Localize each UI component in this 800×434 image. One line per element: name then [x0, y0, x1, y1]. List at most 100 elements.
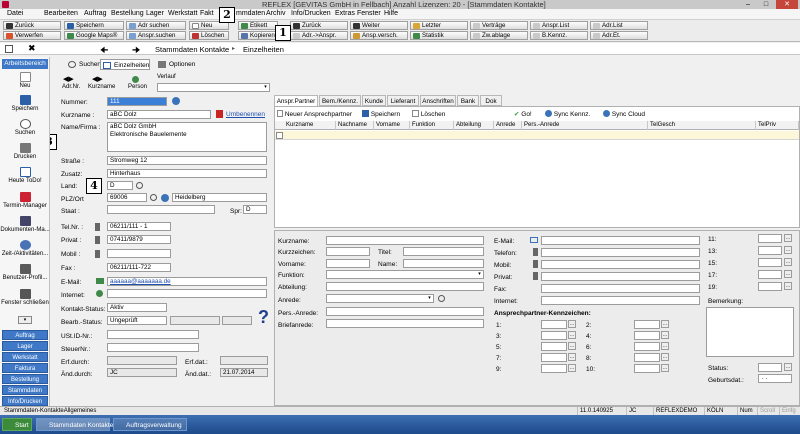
ort-field[interactable]: Heidelberg	[172, 193, 267, 202]
plz-field[interactable]: 69006	[107, 193, 147, 202]
nav-button-werkstatt[interactable]: Werkstatt	[2, 352, 48, 362]
kennz-3-button[interactable]: ...	[568, 331, 576, 339]
land-field[interactable]: D	[107, 181, 133, 190]
address-search-button[interactable]: Adr suchen	[126, 21, 186, 30]
nav-close-window[interactable]: Fenster schließen	[0, 289, 50, 306]
close-icon[interactable]: ✖	[28, 43, 36, 54]
zusatz-field[interactable]: Hinterhaus	[107, 169, 267, 178]
kennz-7-button[interactable]: ...	[568, 353, 576, 361]
kennz-11-button[interactable]: ...	[784, 234, 792, 242]
sync-cloud-button[interactable]: Sync Cloud	[603, 110, 645, 118]
nav-todo[interactable]: Heute ToDo!	[0, 167, 50, 184]
table-row[interactable]	[275, 131, 799, 140]
nav-time[interactable]: Zeit-/Aktivitäten...	[0, 240, 50, 257]
address-list-button[interactable]: Adr.List	[590, 21, 648, 30]
nav-search[interactable]: Suchen	[0, 119, 50, 136]
kennz-5-field[interactable]	[541, 342, 567, 351]
column-telpriv[interactable]: TelPriv	[756, 121, 799, 130]
grid-icon[interactable]	[5, 45, 13, 53]
globe-icon[interactable]	[96, 290, 103, 297]
kennz-1-field[interactable]	[541, 320, 567, 329]
bearb-status-dropdown[interactable]: Ungeprüft	[107, 316, 167, 325]
sync-flags-button[interactable]: Sync Kennz.	[545, 110, 590, 118]
kontakt-status-dropdown[interactable]: Aktiv	[107, 303, 167, 312]
tab-kunde[interactable]: Kunde	[362, 95, 386, 106]
kennz-6-field[interactable]	[634, 342, 660, 351]
cp-internet-field[interactable]	[541, 296, 700, 305]
column-abteilung[interactable]: Abteilung	[454, 121, 494, 130]
menu-fenster[interactable]: Fenster	[357, 10, 381, 17]
status-field[interactable]	[758, 363, 782, 372]
nav-button-faktura[interactable]: Faktura	[2, 363, 48, 373]
kennz-13-field[interactable]	[758, 246, 782, 255]
menu-info-drucken[interactable]: Info/Drucken	[291, 10, 331, 17]
name-field[interactable]: aBC Dolz GmbH Elektronische Bauelemente	[107, 122, 267, 152]
phone-icon[interactable]	[95, 223, 100, 231]
privat-field[interactable]: 07411/9879	[107, 235, 171, 244]
mobil-field[interactable]	[107, 249, 171, 258]
tel-field[interactable]: 06211/111 - 1	[107, 222, 171, 231]
menu-bestellung[interactable]: Bestellung	[111, 10, 144, 17]
nav-button-lager[interactable]: Lager	[2, 341, 48, 351]
kennz-15-button[interactable]: ...	[784, 258, 792, 266]
cp-kurzname-field[interactable]	[326, 236, 484, 245]
cp-funktion-dropdown[interactable]: ▾	[326, 270, 484, 279]
staat-field[interactable]	[107, 205, 215, 214]
tab-bank[interactable]: Bank	[457, 95, 479, 106]
kurzname-field[interactable]: aBC Dolz	[107, 110, 211, 119]
refresh-icon[interactable]	[161, 194, 169, 202]
cp-email-field[interactable]	[541, 236, 700, 245]
delete-button[interactable]: Löschen	[189, 31, 229, 40]
kennz-9-field[interactable]	[541, 364, 567, 373]
address-to-contact-button[interactable]: Adr.->Anspr.	[290, 31, 348, 40]
tab-bem-kennz[interactable]: Bem./Kennz.	[319, 95, 361, 106]
contact-search-button[interactable]: Anspr.suchen	[126, 31, 186, 40]
cp-abteilung-field[interactable]	[326, 282, 484, 291]
ust-id-field[interactable]	[107, 330, 199, 339]
internet-field[interactable]	[107, 289, 267, 298]
email-field[interactable]: aaaaaa@aaaaaaa.de	[107, 277, 267, 286]
nav-calendar[interactable]: Termin-Manager	[0, 192, 50, 209]
save-contact-button[interactable]: Speichern	[362, 110, 400, 118]
nav-prev-address[interactable]: ◀▶	[63, 75, 74, 83]
kennz-5-button[interactable]: ...	[568, 342, 576, 350]
search-icon[interactable]	[136, 182, 143, 189]
kennz-7-field[interactable]	[541, 353, 567, 362]
menu-extras[interactable]: Extras	[335, 10, 355, 17]
kennz-17-field[interactable]	[758, 270, 782, 279]
column-nachname[interactable]: Nachname	[336, 121, 374, 130]
menu-auftrag[interactable]: Auftrag	[84, 10, 107, 17]
kennz-11-field[interactable]	[758, 234, 782, 243]
column-pers-anrede[interactable]: Pers.-Anrede	[522, 121, 648, 130]
tab-einzelheiten[interactable]: Einzelheiten	[100, 59, 151, 70]
start-button[interactable]: Start	[2, 418, 32, 431]
column-telgesch[interactable]: TelGesch	[648, 121, 756, 130]
tab-anschriften[interactable]: Anschriften	[420, 95, 456, 106]
google-maps-button[interactable]: Google Maps®	[64, 31, 124, 40]
kennz-19-button[interactable]: ...	[784, 282, 792, 290]
maximize-button[interactable]: □	[758, 0, 774, 9]
column-anrede[interactable]: Anrede	[494, 121, 522, 130]
kennz-17-button[interactable]: ...	[784, 270, 792, 278]
phone-icon[interactable]	[95, 236, 100, 244]
column-funktion[interactable]: Funktion	[410, 121, 454, 130]
close-button[interactable]: ✕	[776, 0, 798, 9]
geburtsdat-field[interactable]: . .	[758, 374, 792, 383]
kennz-13-button[interactable]: ...	[784, 246, 792, 254]
help-icon[interactable]: ?	[258, 307, 269, 328]
email-icon[interactable]	[530, 237, 538, 243]
kennz-10-field[interactable]	[634, 364, 660, 373]
kennz-4-field[interactable]	[634, 331, 660, 340]
tab-dok[interactable]: Dok	[480, 95, 502, 106]
phone-icon[interactable]	[533, 248, 538, 256]
nav-prev-kurzname[interactable]: ◀▶	[92, 75, 103, 83]
kennz-1-button[interactable]: ...	[568, 320, 576, 328]
cp-privat-field[interactable]	[541, 272, 700, 281]
nav-print[interactable]: Drucken	[0, 143, 50, 160]
kennz-19-field[interactable]	[758, 282, 782, 291]
phone-icon[interactable]	[533, 272, 538, 280]
nav-documents[interactable]: Dokumenten-Ma...	[0, 216, 50, 233]
mobile-icon[interactable]	[533, 260, 538, 268]
task-stammdaten-kontakte[interactable]: Stammdaten Kontakte	[36, 418, 113, 431]
kennz-8-field[interactable]	[634, 353, 660, 362]
